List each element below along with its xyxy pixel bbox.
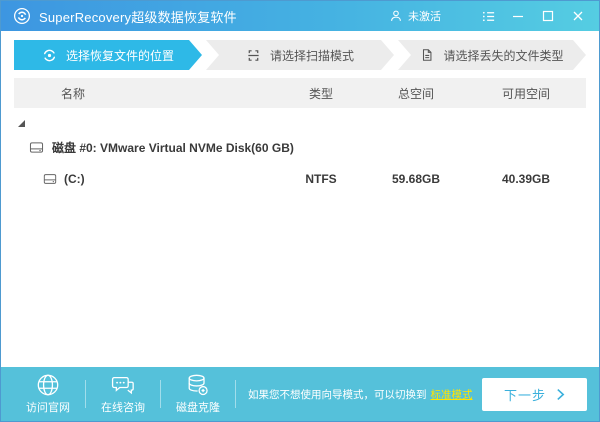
chat-bubbles-icon <box>111 376 134 394</box>
activation-label: 未激活 <box>408 11 441 23</box>
disk-row[interactable]: 磁盘 #0: VMware Virtual NVMe Disk(60 GB) <box>14 135 586 159</box>
scan-mode-icon <box>246 48 261 63</box>
step-file-types[interactable]: 请选择丢失的文件类型 <box>398 40 586 70</box>
app-window: SuperRecovery超级数据恢复软件 未激活 选择恢复文件的位置 请选择扫… <box>0 0 600 422</box>
mode-hint-text: 如果您不想使用向导模式，可以切换到 <box>248 388 427 401</box>
disk-name: 磁盘 #0: VMware Virtual NVMe Disk(60 GB) <box>52 140 294 155</box>
online-support-button[interactable]: 在线咨询 <box>88 374 158 415</box>
wizard-steps: 选择恢复文件的位置 请选择扫描模式 请选择丢失的文件类型 <box>14 40 586 70</box>
volume-drive-icon <box>43 174 57 184</box>
recover-location-icon <box>42 48 57 63</box>
titlebar: SuperRecovery超级数据恢复软件 未激活 <box>1 1 599 31</box>
volume-free: 40.39GB <box>501 172 551 186</box>
mode-hint: 如果您不想使用向导模式，可以切换到 标准模式 <box>248 387 473 402</box>
next-step-button[interactable]: 下一步 <box>482 377 587 411</box>
step-scan-mode[interactable]: 请选择扫描模式 <box>206 40 394 70</box>
column-header-type: 类型 <box>308 86 333 101</box>
globe-icon <box>37 374 59 396</box>
user-icon <box>391 10 401 21</box>
footer-divider <box>160 380 161 408</box>
table-header: 名称 类型 总空间 可用空间 <box>14 78 586 108</box>
next-step-label: 下一步 <box>503 387 546 403</box>
footer-divider <box>235 380 236 408</box>
footer-divider <box>85 380 86 408</box>
close-icon <box>573 11 583 21</box>
visit-website-label: 访问官网 <box>26 402 70 414</box>
close-button[interactable] <box>565 1 591 31</box>
maximize-button[interactable] <box>535 1 561 31</box>
online-support-label: 在线咨询 <box>101 401 145 414</box>
minimize-icon <box>513 15 523 18</box>
column-header-name: 名称 <box>61 86 86 101</box>
disk-clone-button[interactable]: 磁盘克隆 <box>163 373 233 415</box>
step-label: 请选择丢失的文件类型 <box>443 48 564 63</box>
disk-tree: 磁盘 #0: VMware Virtual NVMe Disk(60 GB) (… <box>1 108 599 367</box>
volume-type: NTFS <box>305 172 337 186</box>
step-label: 请选择扫描模式 <box>269 48 354 63</box>
standard-mode-link[interactable]: 标准模式 <box>431 389 473 401</box>
step-select-location[interactable]: 选择恢复文件的位置 <box>14 40 202 70</box>
minimize-button[interactable] <box>505 1 531 31</box>
hard-disk-icon <box>29 141 44 153</box>
file-type-icon <box>420 48 434 62</box>
volume-name: (C:) <box>64 172 85 186</box>
column-header-free: 可用空间 <box>501 86 550 101</box>
visit-website-button[interactable]: 访问官网 <box>13 373 83 415</box>
footer-bar: 访问官网 在线咨询 磁盘克隆 如果您不想使用向导模式，可以切换到 标准模式 下一… <box>1 367 599 421</box>
menu-list-icon <box>482 11 494 21</box>
tree-expander-icon[interactable] <box>18 120 25 127</box>
step-label: 选择恢复文件的位置 <box>65 48 174 63</box>
volume-total: 59.68GB <box>391 172 441 186</box>
maximize-icon <box>542 10 554 22</box>
disk-clone-label: 磁盘克隆 <box>176 402 220 414</box>
column-header-total: 总空间 <box>397 86 434 101</box>
window-title: SuperRecovery超级数据恢复软件 <box>39 9 237 25</box>
menu-button[interactable] <box>475 1 501 31</box>
activation-status[interactable]: 未激活 <box>389 8 441 24</box>
disk-clone-icon <box>188 374 208 396</box>
chevron-right-icon <box>557 388 565 400</box>
volume-row[interactable]: (C:) NTFS 59.68GB 40.39GB <box>14 166 586 192</box>
titlebar-controls: 未激活 <box>389 1 591 31</box>
app-logo-icon <box>13 7 31 25</box>
